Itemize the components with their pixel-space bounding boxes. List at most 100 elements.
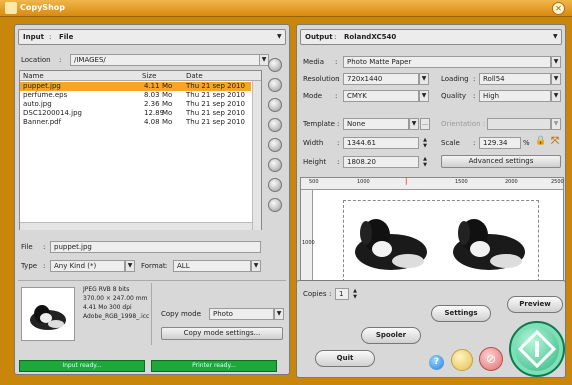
list-hscrollbar[interactable]: [20, 222, 252, 230]
orientation-label: Orientation: [441, 120, 481, 128]
file-list-row[interactable]: auto.jpg 2.36 Mo Thu 21 sep 2010: [20, 100, 251, 109]
window-title: CopyShop: [20, 3, 65, 12]
height-field[interactable]: 1808.20: [343, 156, 419, 168]
input-source-value: File: [59, 33, 74, 41]
output-device-header[interactable]: Output : RolandXC540 ▼: [300, 29, 562, 45]
chevron-down-icon[interactable]: ▼: [553, 33, 558, 40]
format-select[interactable]: ALL: [173, 260, 251, 272]
copies-field[interactable]: 1: [335, 288, 349, 300]
media-select[interactable]: Photo Matte Paper: [343, 56, 551, 68]
file-info: JPEG RVB 8 bits 370.00 × 247.00 mm 4.41 …: [83, 286, 150, 320]
chevron-down-icon[interactable]: ▼: [277, 33, 282, 40]
format-label: Format: [141, 262, 166, 270]
input-label: Input: [23, 33, 44, 41]
copies-label: Copies: [303, 290, 327, 298]
printer-status: Printer ready...: [151, 360, 277, 372]
location-field[interactable]: /IMAGES/: [70, 54, 260, 66]
width-stepper[interactable]: ▲ ▼: [421, 137, 429, 149]
tool-icon[interactable]: [268, 138, 282, 152]
lock-icon[interactable]: 🔒: [535, 136, 546, 149]
scale-field[interactable]: 129.34: [479, 137, 521, 149]
file-date: Thu 21 sep 2010: [186, 100, 245, 108]
height-stepper[interactable]: ▲ ▼: [421, 156, 429, 168]
file-list-row[interactable]: Banner.pdf 4.08 Mo Thu 21 sep 2010: [20, 118, 251, 127]
file-date: Thu 21 sep 2010: [186, 91, 245, 99]
type-select[interactable]: Any Kind (*): [50, 260, 125, 272]
input-panel: Input : File ▼ Location : /IMAGES/ ▼ Nam…: [14, 24, 290, 375]
vertical-ruler: 1000: [301, 190, 315, 288]
file-date: Thu 21 sep 2010: [186, 118, 245, 126]
file-list[interactable]: Name Size Date puppet.jpg 4.11 Mo Thu 21 se…: [19, 70, 262, 230]
copies-stepper[interactable]: ▲ ▼: [351, 288, 359, 300]
advanced-settings-button[interactable]: Advanced settings: [441, 155, 561, 168]
file-name: auto.jpg: [23, 100, 52, 108]
settings-button[interactable]: Settings: [431, 305, 491, 322]
media-label: Media: [303, 58, 325, 66]
preview-button[interactable]: Preview: [507, 296, 563, 313]
media-dropdown[interactable]: ▼: [551, 56, 561, 68]
list-scrollbar[interactable]: [252, 81, 261, 230]
pause-icon[interactable]: [451, 349, 473, 371]
print-area: [343, 200, 539, 282]
file-list-row[interactable]: puppet.jpg 4.11 Mo Thu 21 sep 2010: [20, 82, 251, 91]
print-start-button[interactable]: [509, 321, 565, 377]
horizontal-ruler: 500 1000 | 1500 2000 2500: [301, 177, 564, 190]
file-unit: Mo: [162, 82, 173, 90]
tool-icon[interactable]: [268, 118, 282, 132]
input-source-header[interactable]: Input : File ▼: [18, 29, 286, 45]
column-name[interactable]: Name: [23, 72, 44, 80]
scale-unit: %: [523, 139, 530, 147]
mode-select[interactable]: CMYK: [343, 90, 419, 102]
height-label: Height: [303, 158, 327, 166]
output-panel: Output : RolandXC540 ▼ Media : Photo Mat…: [296, 24, 566, 290]
quality-label: Quality: [441, 92, 467, 100]
tool-icon[interactable]: [268, 78, 282, 92]
copy-mode-label: Copy mode: [161, 310, 201, 318]
file-list-header: Name Size Date: [20, 71, 261, 81]
refresh-icon[interactable]: [268, 198, 282, 212]
format-dropdown[interactable]: ▼: [251, 260, 261, 272]
favorite-icon[interactable]: [268, 58, 282, 72]
file-date: Thu 21 sep 2010: [186, 109, 245, 117]
template-select[interactable]: None: [343, 118, 409, 130]
file-name: perfume.eps: [23, 91, 68, 99]
file-name-field[interactable]: puppet.jpg: [50, 241, 261, 253]
column-size[interactable]: Size: [142, 72, 156, 80]
file-name: puppet.jpg: [23, 82, 61, 90]
preview-image-1: [355, 219, 427, 270]
print-preview[interactable]: 500 1000 | 1500 2000 2500 1000: [300, 177, 564, 289]
quit-button[interactable]: Quit: [315, 350, 375, 367]
resolution-select[interactable]: 720x1440: [343, 73, 419, 85]
quality-dropdown[interactable]: ▼: [551, 90, 561, 102]
mode-dropdown[interactable]: ▼: [419, 90, 429, 102]
file-list-row[interactable]: perfume.eps 8.03 Mo Thu 21 sep 2010: [20, 91, 251, 100]
stop-icon[interactable]: ⊘: [479, 347, 503, 371]
file-unit: Mo: [162, 118, 173, 126]
tool-icon[interactable]: [268, 98, 282, 112]
preview-image-2: [453, 219, 525, 270]
orientation-select: [487, 118, 551, 130]
tool-icon[interactable]: [268, 158, 282, 172]
help-icon[interactable]: ?: [429, 355, 444, 370]
width-field[interactable]: 1344.61: [343, 137, 419, 149]
file-size: 8.03: [144, 91, 160, 99]
print-controls-panel: Copies : 1 ▲ ▼ Preview Settings Spooler Q…: [296, 280, 566, 378]
template-dropdown[interactable]: ▼: [409, 118, 419, 130]
quality-select[interactable]: High: [479, 90, 551, 102]
template-more-button[interactable]: …: [420, 118, 430, 130]
resolution-dropdown[interactable]: ▼: [419, 73, 429, 85]
type-dropdown[interactable]: ▼: [125, 260, 135, 272]
file-list-row[interactable]: DSC1200014.jpg 12.89 Mo Thu 21 sep 2010: [20, 109, 251, 118]
fit-icon[interactable]: ⤧: [549, 136, 561, 149]
loading-dropdown[interactable]: ▼: [551, 73, 561, 85]
tool-icon[interactable]: [268, 178, 282, 192]
copy-mode-settings-button[interactable]: Copy mode settings...: [161, 327, 283, 340]
spooler-button[interactable]: Spooler: [361, 327, 421, 344]
copy-mode-select[interactable]: Photo: [209, 308, 274, 320]
column-date[interactable]: Date: [186, 72, 203, 80]
width-label: Width: [303, 139, 324, 147]
copy-mode-dropdown[interactable]: ▼: [274, 308, 284, 320]
loading-select[interactable]: Roll54: [479, 73, 551, 85]
close-icon[interactable]: ✕: [552, 2, 565, 15]
title-bar: CopyShop ✕: [0, 0, 572, 17]
